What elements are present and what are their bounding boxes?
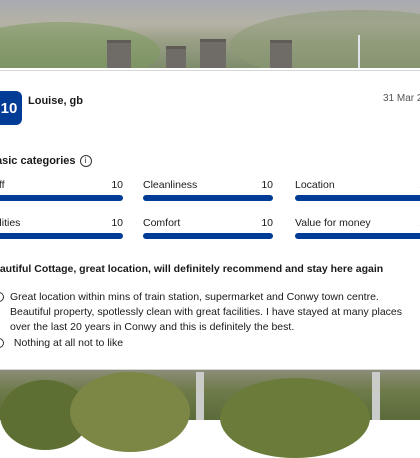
castle-tower — [166, 46, 186, 68]
category-score: 10 — [111, 179, 123, 191]
smile-icon — [0, 292, 4, 302]
negative-text: Nothing at all not to like — [13, 337, 124, 349]
category-score: 10 — [111, 217, 123, 229]
category-bar — [143, 233, 273, 239]
positive-text: Great location within mins of train stat… — [10, 291, 403, 333]
category-bar — [143, 195, 273, 201]
category-score: 10 — [261, 217, 273, 229]
categories-heading: asic categories i — [0, 155, 92, 167]
category-bar — [295, 233, 420, 239]
category-location: Location1 — [295, 179, 420, 201]
review-card: 10 Louise, gb 31 Mar 2024 asic categorie… — [0, 70, 420, 370]
frown-icon — [0, 338, 4, 348]
positive-comment: Great location within mins of train stat… — [0, 290, 420, 333]
category-cleanliness: Cleanliness 10 — [143, 179, 273, 201]
category-label: Location — [295, 179, 335, 191]
category-comfort: Comfort 10 — [143, 217, 273, 239]
review-title: eautiful Cottage, great location, will d… — [0, 263, 384, 275]
category-label: acilities — [0, 217, 21, 229]
castle-tower — [107, 40, 131, 68]
castle-tower — [270, 40, 292, 68]
category-label: Cleanliness — [143, 179, 198, 191]
negative-comment: Nothing at all not to like — [0, 336, 123, 351]
category-bar — [0, 195, 123, 201]
category-bar — [295, 195, 420, 201]
category-label: Value for money — [295, 217, 371, 229]
category-value-for-money: Value for money1 — [295, 217, 420, 239]
castle-tower — [200, 39, 226, 68]
category-bar — [0, 233, 123, 239]
category-label: aff — [0, 179, 5, 191]
category-staff: aff 10 — [0, 179, 123, 201]
reviewer-name: Louise, gb — [28, 95, 83, 107]
flagpole — [358, 35, 360, 68]
category-score: 10 — [261, 179, 273, 191]
score-badge: 10 — [0, 91, 22, 125]
category-label: Comfort — [143, 217, 181, 229]
background-photo-top — [0, 0, 420, 68]
category-facilities: acilities 10 — [0, 217, 123, 239]
review-date: 31 Mar 2024 — [383, 93, 420, 104]
categories-heading-label: asic categories — [0, 155, 76, 167]
info-icon[interactable]: i — [79, 155, 92, 167]
